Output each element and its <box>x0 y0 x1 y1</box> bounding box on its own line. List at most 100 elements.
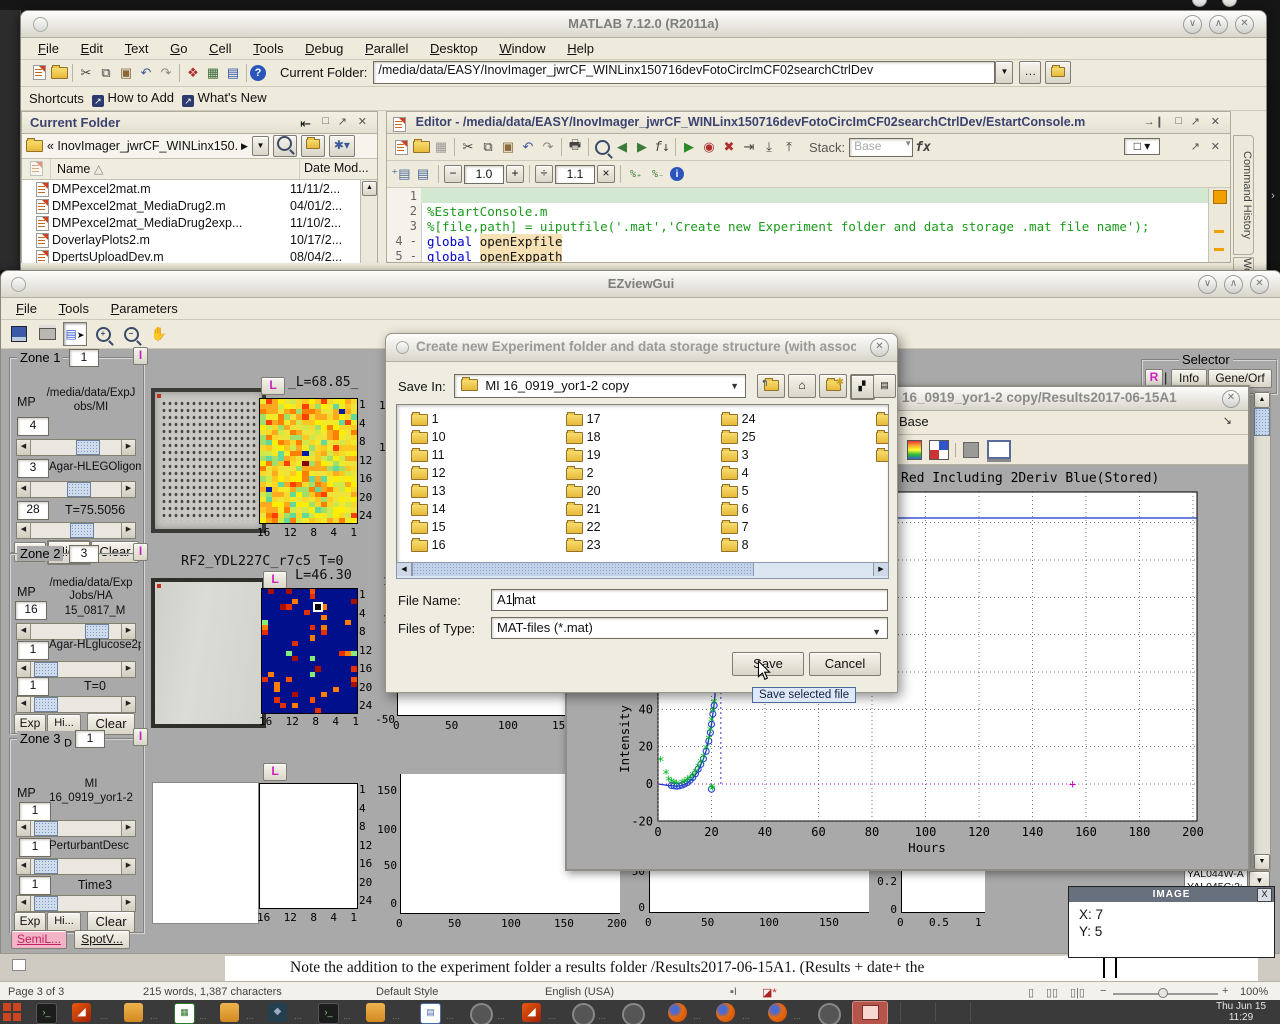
grid-view-button[interactable]: ▞ <box>850 374 875 400</box>
zone2-time-field[interactable]: 1 <box>17 677 49 696</box>
slider-left-arrow[interactable]: ◀ <box>17 697 31 712</box>
zone3-i-button[interactable]: I <box>133 728 148 746</box>
zone2-l-button[interactable]: L <box>263 571 287 589</box>
folder-item[interactable]: 12 <box>411 465 446 483</box>
menu-parallel[interactable]: Parallel <box>356 38 417 59</box>
decrease-value-button[interactable]: − <box>444 165 462 183</box>
up-one-level-button[interactable]: ↰ <box>757 374 785 398</box>
percent-minus-icon[interactable]: %₋ <box>648 164 668 184</box>
workspace-selector[interactable]: Base <box>899 414 929 429</box>
folder-list-hscrollbar[interactable]: ◀ ▶ <box>396 562 889 579</box>
save-icon[interactable] <box>7 322 31 346</box>
find-icon[interactable] <box>592 137 612 157</box>
zone1-media-slider[interactable]: ◀▶ <box>16 481 136 498</box>
zone2-media-slider[interactable]: ◀▶ <box>16 661 136 678</box>
chevron-down-icon[interactable]: ▼ <box>872 623 881 642</box>
breakpoint-set-icon[interactable]: ◉ <box>699 137 719 157</box>
copy-icon[interactable]: ⧉ <box>478 137 498 157</box>
menu-window[interactable]: Window <box>490 38 554 59</box>
paste-icon[interactable]: ▣ <box>498 137 518 157</box>
taskbar-calc-icon[interactable]: ▦ <box>174 1003 195 1024</box>
layout-icon[interactable] <box>929 440 949 460</box>
taskbar-media-icon[interactable] <box>572 1003 595 1024</box>
taskbar-launcher[interactable] <box>3 1003 21 1021</box>
save-in-dropdown[interactable]: MI 16_0919_yor1-2 copy ▼ <box>454 374 746 398</box>
taskbar-matlab-icon[interactable]: ◢ <box>522 1003 541 1022</box>
step-in-icon[interactable]: ⤓ <box>759 137 779 157</box>
new-folder-button[interactable] <box>301 135 325 157</box>
back-icon[interactable]: ◀ <box>612 137 632 157</box>
file-row[interactable]: DMPexcel2mat_MediaDrug2.m04/01/2... <box>22 197 377 214</box>
zone2-mp-field[interactable]: 16 <box>15 601 47 620</box>
open-file-icon[interactable] <box>49 63 69 83</box>
zoom-in-icon[interactable]: + <box>1222 985 1228 997</box>
editor-layout-dropdown[interactable]: □ ▾ <box>1124 138 1160 155</box>
folder-item[interactable]: 15 <box>411 519 446 537</box>
folder-item[interactable]: 19 <box>566 447 601 465</box>
new-file-icon[interactable] <box>391 137 411 157</box>
folder-item[interactable]: 20 <box>566 483 601 501</box>
step-out-icon[interactable]: ⤒ <box>779 137 799 157</box>
breadcrumb-arrow-icon[interactable]: ▶ <box>241 141 248 152</box>
slider-right-arrow[interactable]: ▶ <box>121 624 135 639</box>
multiply-value-button[interactable]: × <box>597 165 615 183</box>
folder-item[interactable]: 24 <box>721 411 756 429</box>
slider-thumb[interactable] <box>34 821 58 836</box>
taskbar-folder-icon[interactable] <box>220 1003 239 1022</box>
slider-right-arrow[interactable]: ▶ <box>121 859 135 874</box>
guide-icon[interactable]: ▦ <box>203 63 223 83</box>
slider-thumb[interactable] <box>76 440 100 455</box>
profiler-icon[interactable]: ▤ <box>223 63 243 83</box>
zone3-plate-image[interactable] <box>152 782 259 924</box>
spotview-button[interactable]: SpotV... <box>74 930 130 949</box>
folder-item[interactable]: 1 <box>411 411 446 429</box>
taskbar-firefox-icon[interactable] <box>716 1003 735 1022</box>
taskbar-matlab-icon[interactable]: ◢ <box>72 1003 91 1022</box>
zone3-heatmap-empty[interactable] <box>259 783 358 909</box>
folder-item[interactable]: 18 <box>566 429 601 447</box>
folder-item[interactable]: 2 <box>566 465 601 483</box>
maximize-button[interactable]: ∧ <box>1209 15 1228 34</box>
folder-item[interactable]: 21 <box>566 501 601 519</box>
folder-item[interactable]: 13 <box>411 483 446 501</box>
info-icon[interactable]: i <box>670 167 684 181</box>
save-icon[interactable]: ▦ <box>431 137 451 157</box>
zone3-time-slider[interactable]: ◀▶ <box>16 895 136 912</box>
close-panel-icon[interactable]: ✕ <box>1211 115 1220 128</box>
close-icon[interactable]: ✕ <box>1211 140 1220 153</box>
menu-tools[interactable]: Tools <box>50 298 98 319</box>
simulink-icon[interactable]: ❖ <box>183 63 203 83</box>
minimize-button[interactable]: ∨ <box>1183 15 1202 34</box>
folder-item[interactable]: 8 <box>721 537 756 555</box>
copy-icon[interactable]: ⧉ <box>96 63 116 83</box>
increase-value-button[interactable]: + <box>506 165 524 183</box>
slider-right-arrow[interactable]: ▶ <box>121 662 135 677</box>
slider-right-arrow[interactable]: ▶ <box>121 440 135 455</box>
cut-icon[interactable]: ✂ <box>458 137 478 157</box>
file-list-scrollbar[interactable]: ▲ <box>360 180 377 263</box>
zoom-percent[interactable]: 100% <box>1240 986 1268 998</box>
slider-right-arrow[interactable]: ▶ <box>121 896 135 911</box>
current-folder-input[interactable]: /media/data/EASY/InovImager_jwrCF_WINLin… <box>373 61 995 84</box>
folder-item[interactable]: 11 <box>411 447 446 465</box>
file-row[interactable]: DoverlayPlots2.m10/17/2... <box>22 231 377 248</box>
close-panel-icon[interactable]: ✕ <box>358 115 367 128</box>
dock-left-icon[interactable]: ⇤ <box>300 116 311 132</box>
zone1-media-field[interactable]: 3 <box>17 459 49 478</box>
zone2-i-button[interactable]: I <box>133 543 148 561</box>
zone2-heatmap[interactable] <box>261 588 358 714</box>
slider-right-arrow[interactable]: ▶ <box>121 523 135 538</box>
menu-debug[interactable]: Debug <box>296 38 352 59</box>
new-folder-button[interactable]: ✱ <box>819 374 847 398</box>
pan-hand-icon[interactable]: ✋ <box>147 322 171 346</box>
open-file-icon[interactable] <box>411 137 431 157</box>
tab-workspace[interactable]: Worksp <box>1233 257 1254 271</box>
slider-left-arrow[interactable]: ◀ <box>17 624 31 639</box>
dialog-titlebar[interactable]: Create new Experiment folder and data st… <box>386 334 897 362</box>
menu-help[interactable]: Help <box>558 38 603 59</box>
print-icon[interactable] <box>35 322 59 346</box>
date-column-header[interactable]: Date Mod... <box>300 159 377 179</box>
actions-gear-button[interactable]: ✱▾ <box>329 135 355 157</box>
close-button[interactable]: ✕ <box>1250 275 1269 294</box>
value-field-left[interactable]: 1.0 <box>464 165 504 184</box>
